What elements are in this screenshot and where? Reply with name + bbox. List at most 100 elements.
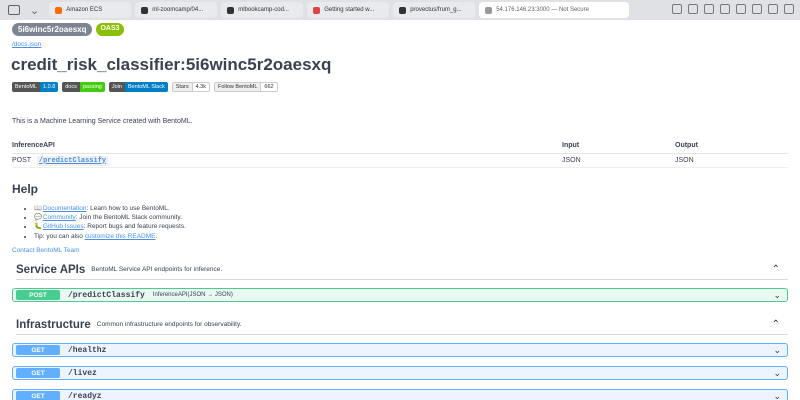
infrastructure-section-header[interactable]: Infrastructure Common infrastructure end… [16,315,788,335]
browser-tab[interactable]: mlbookcamp-cod... [221,2,304,18]
shield-label: Follow BentoML [214,83,261,91]
extension-icon[interactable] [688,4,698,14]
section-title: Service APIs [16,263,86,276]
chevron-down-icon[interactable]: ⌄ [773,345,781,356]
inference-api-table: InferenceAPI Input Output POST /predictC… [12,142,788,168]
op-description: InferenceAPI(JSON → JSON) [152,292,233,298]
help-link[interactable]: Documentation [43,205,87,212]
input-cell: JSON [562,157,581,164]
browser-tab[interactable]: Getting started w... [307,2,390,18]
list-item: 🐛 GitHub Issues: Report bugs and feature… [34,222,186,231]
help-list: 📖 Documentation: Learn how to use BentoM… [34,204,186,241]
favicon-icon [227,6,235,14]
shield-badge[interactable]: BentoML 1.0.8 [12,82,59,92]
shield-badge[interactable]: Stars 4.3k [171,82,210,92]
tab-label: 54.176.146.23:3000 — Not Secure [496,7,589,13]
docs-json-link[interactable]: /docs.json [12,41,41,48]
section-description: Common infrastructure endpoints for obse… [96,321,242,328]
section-description: BentoML Service API endpoints for infere… [91,266,223,273]
help-item-icon: 🐛 [34,223,43,231]
output-cell: JSON [675,157,694,164]
favicon-icon [313,6,321,14]
column-header: Output [675,142,698,149]
get-healthz-op[interactable]: GET /healthz ⌄ [12,343,788,357]
favicon-icon [55,6,63,14]
op-path: /predictClassify [68,290,145,300]
chevron-down-icon[interactable]: ⌄ [30,4,39,17]
help-item-prefix: Tip: you can also [34,232,85,240]
shield-value: 1.0.8 [40,82,59,92]
shield-label: Stars [172,83,192,91]
method-badge: GET [16,368,60,378]
tab-label: provectus/frum_g... [410,7,462,13]
shield-label: Join [108,82,125,92]
list-item: Tip: you can also customize this README. [34,232,186,241]
shield-value: passing [79,82,105,92]
post-predict-classify-op[interactable]: POST /predictClassify InferenceAPI(JSON … [12,288,788,302]
toolbar-icons [672,4,794,14]
section-title: Infrastructure [16,318,91,331]
help-link[interactable]: Community [43,214,76,221]
header-badges: 5i6winc5r2oaesxq OAS3 [12,23,124,36]
list-item: 💬 Community: Join the BentoML Slack comm… [34,213,186,222]
favicon-icon [485,6,493,14]
chevron-down-icon[interactable]: ⌄ [773,290,781,301]
favicon-icon [399,6,407,14]
method-badge: POST [16,290,60,300]
shield-badges: BentoML 1.0.8 docs passing Join BentoML Slack… [12,82,278,92]
browser-tab[interactable]: provectus/frum_g... [393,2,476,18]
chevron-up-icon[interactable]: ⌃ [772,264,780,275]
shield-label: BentoML [12,82,41,92]
help-item-text: : Learn how to use BentoML. [86,205,170,212]
help-item-icon: 💬 [34,214,43,222]
tab-overview-icon[interactable] [784,4,794,14]
method-label: POST [12,156,31,164]
extension-icon[interactable] [720,4,730,14]
shield-badge[interactable]: docs passing [62,82,105,92]
extension-icon[interactable] [672,4,682,14]
browser-tab[interactable]: ml-zoomcamp/04... [135,2,218,18]
service-apis-section-header[interactable]: Service APIs BentoML Service API endpoin… [16,260,788,280]
extension-icon[interactable] [704,4,714,14]
page-title: credit_risk_classifier:5i6winc5r2oaesxq [11,55,332,74]
browser-tab[interactable]: 54.176.146.23:3000 — Not Secure [479,2,630,18]
op-path: /healthz [68,345,107,355]
chevron-down-icon[interactable]: ⌄ [773,391,781,400]
api-cell: POST /predictClassify [12,155,562,166]
favicon-icon [141,6,149,14]
help-item-icon: 📖 [34,205,43,212]
tab-label: ml-zoomcamp/04... [152,7,204,13]
chevron-up-icon[interactable]: ⌃ [772,319,780,330]
predict-classify-link[interactable]: /predictClassify [36,155,109,166]
sidebar-toggle-icon[interactable] [8,5,20,15]
tab-strip: Amazon ECS ml-zoomcamp/04... mlbookcamp-co… [49,2,633,18]
get-readyz-op[interactable]: GET /readyz ⌄ [12,389,788,400]
extension-icon[interactable] [736,4,746,14]
tab-label: mlbookcamp-cod... [238,7,289,13]
new-tab-icon[interactable] [768,4,778,14]
help-item-text: : Report bugs and feature requests. [83,223,186,231]
list-item: 📖 Documentation: Learn how to use BentoM… [34,204,186,213]
shield-badge[interactable]: Join BentoML Slack [108,82,168,92]
browser-tab[interactable]: Amazon ECS [49,2,132,18]
shield-value: 4.3k [191,83,209,91]
browser-tab-bar: ⌄ Amazon ECS ml-zoomcamp/04... mlbookcamp-… [0,0,800,20]
table-row: POST /predictClassify JSON JSON [12,154,788,168]
swagger-page: 5i6winc5r2oaesxq OAS3 /docs.json credit_… [0,20,800,400]
help-item-text: : Join the BentoML Slack community. [75,214,182,222]
contact-link[interactable]: Contact BentoML Team [12,247,80,254]
help-link[interactable]: customize this README [85,233,156,240]
chevron-down-icon[interactable]: ⌄ [773,368,781,379]
table-header: InferenceAPI Input Output [12,142,788,154]
op-path: /livez [68,368,97,378]
oas-badge: OAS3 [96,23,124,36]
column-header: InferenceAPI [12,142,55,149]
share-icon[interactable] [752,4,762,14]
method-badge: GET [16,345,60,355]
column-header: Input [562,142,580,149]
tab-label: Amazon ECS [66,7,103,13]
help-link[interactable]: GitHub Issues [43,223,84,230]
shield-badge[interactable]: Follow BentoML 662 [213,82,278,92]
get-livez-op[interactable]: GET /livez ⌄ [12,366,788,380]
method-badge: GET [16,391,60,400]
